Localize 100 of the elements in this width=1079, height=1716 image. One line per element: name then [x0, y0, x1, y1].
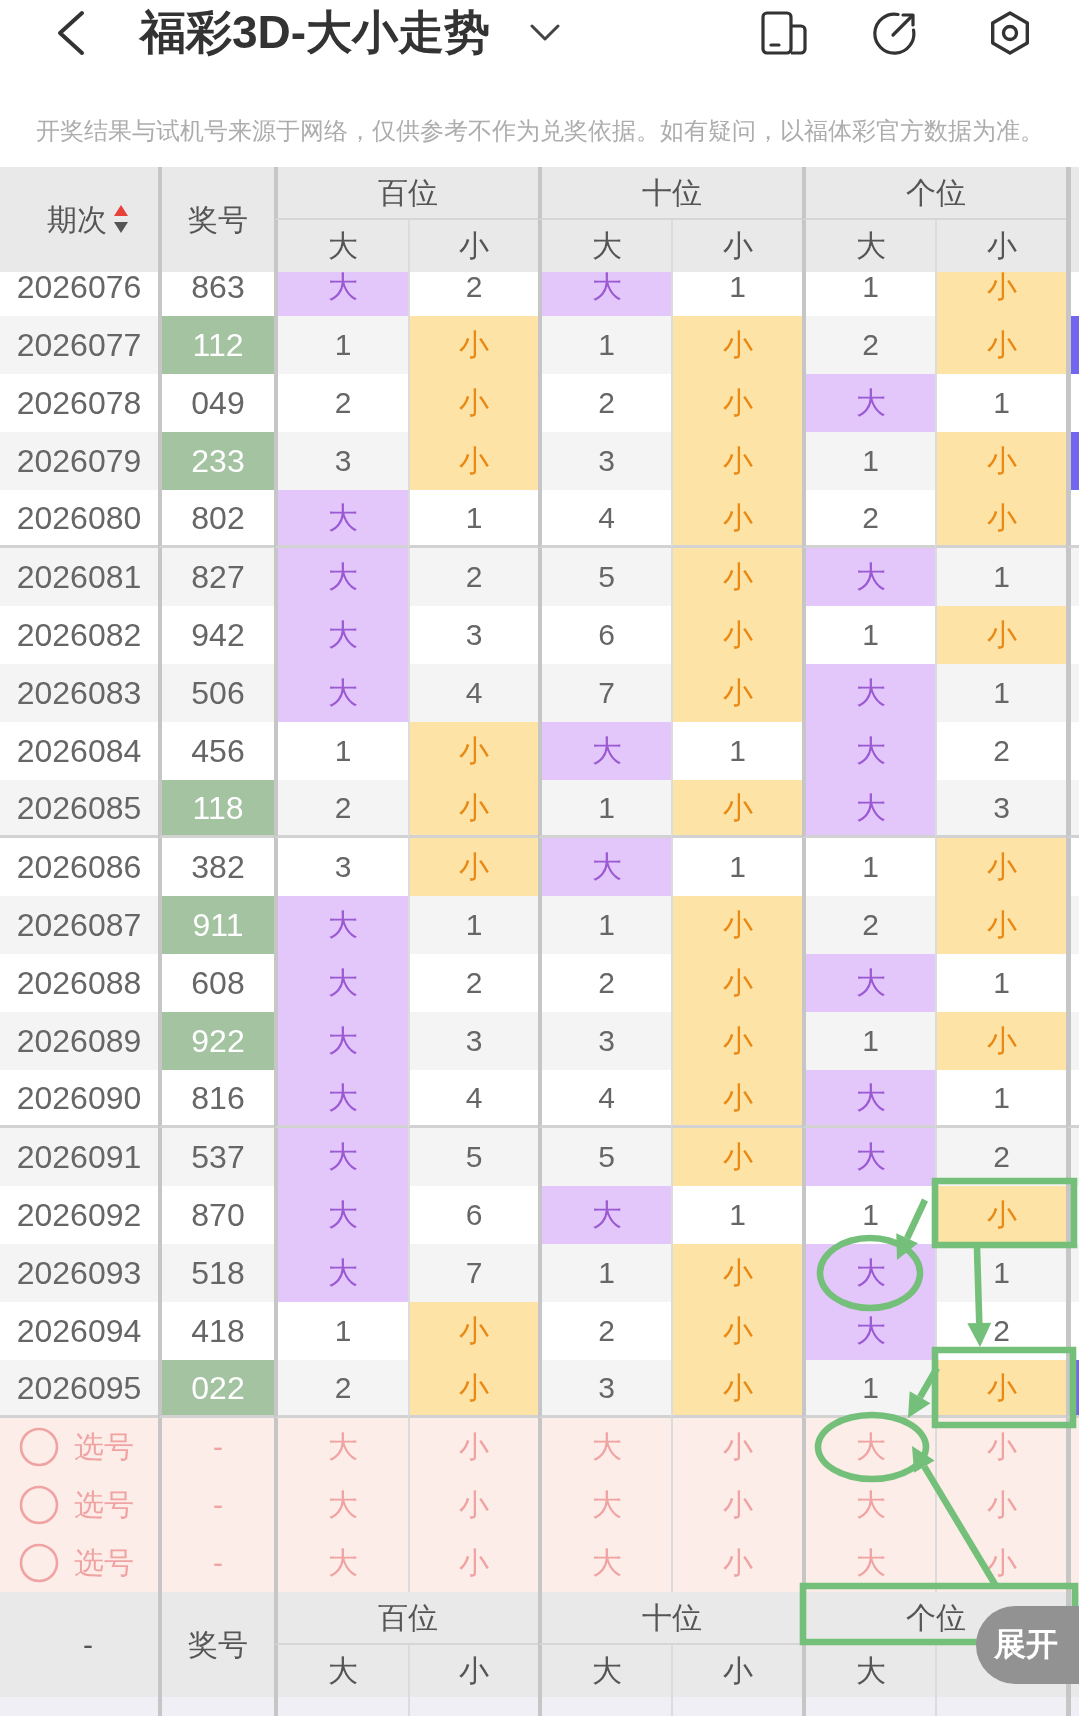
expand-button[interactable]: 展开	[976, 1606, 1079, 1684]
table-cell: 小	[671, 606, 802, 664]
column-header: 小	[722, 1654, 753, 1688]
table-cell: 5	[538, 548, 671, 606]
table-cell: 816	[158, 1070, 274, 1128]
table-cell: 1	[538, 896, 671, 954]
table-cell: 小	[408, 374, 538, 432]
table-cell: 小	[935, 432, 1066, 490]
table-cell: 小	[671, 954, 802, 1012]
table-cell: 537	[158, 1128, 274, 1186]
pick-toggle[interactable]: 选号	[19, 1426, 134, 1468]
table-cell: 大	[274, 548, 408, 606]
annotation-arrow	[908, 1366, 940, 1418]
column-header: 个位	[906, 175, 966, 210]
table-cell: 1	[935, 548, 1066, 606]
table-cell: 4	[408, 1070, 538, 1128]
table-cell: 小	[935, 316, 1066, 374]
table-cell: 小	[935, 896, 1066, 954]
table-cell: 大	[538, 838, 671, 896]
table-cell: 大	[274, 664, 408, 722]
table-cell: 4	[538, 490, 671, 548]
table-cell: 大	[274, 272, 408, 316]
table-cell: 2026083	[0, 664, 158, 722]
table-cell: 2	[802, 896, 935, 954]
table-cell: 3	[274, 432, 408, 490]
table-cell: 小	[671, 664, 802, 722]
table-cell: 大	[274, 1244, 408, 1302]
table-cell: 小	[935, 1360, 1066, 1418]
devices-icon[interactable]	[761, 11, 807, 55]
chevron-down-icon[interactable]	[530, 24, 561, 42]
column-header: 小	[459, 229, 489, 263]
table-cell: 小	[671, 1128, 802, 1186]
table-cell: 小	[935, 1186, 1066, 1244]
table-cell: 大	[274, 896, 408, 954]
table-cell: 1	[935, 1070, 1066, 1128]
table-cell: 小	[408, 1302, 538, 1360]
number-text: -	[213, 1488, 223, 1522]
back-icon[interactable]	[56, 10, 86, 56]
table-cell: 小	[408, 722, 538, 780]
table-cell: 大	[274, 1186, 408, 1244]
table-cell: 112	[158, 316, 274, 374]
page-title: 福彩3D-大小走势	[140, 5, 491, 60]
table-cell: 1	[274, 316, 408, 374]
table-cell: 小	[408, 1360, 538, 1418]
column-header: 十位	[642, 1600, 702, 1635]
table-cell: 大	[274, 1012, 408, 1070]
table-cell: 大	[802, 722, 935, 780]
table-cell: 大	[538, 1186, 671, 1244]
table-cell: 小	[935, 272, 1066, 316]
sort-icon[interactable]	[113, 204, 129, 235]
table-cell: 3	[538, 1360, 671, 1418]
disclaimer-text: 开奖结果与试机号来源于网络，仅供参考不作为兑奖依据。如有疑问，以福体彩官方数据为准。	[35, 116, 1044, 146]
table-cell: 2	[802, 316, 935, 374]
column-header: 奖号	[188, 202, 248, 237]
table-cell: 2026089	[0, 1012, 158, 1070]
table-cell: 3	[935, 780, 1066, 838]
table-cell: 大	[802, 1302, 935, 1360]
column-header: 大	[855, 229, 886, 263]
table-cell: 小	[408, 838, 538, 896]
column-header: 大	[855, 1654, 886, 1688]
table-cell: 2026079	[0, 432, 158, 490]
table-cell: 大	[802, 954, 935, 1012]
table-cell: 827	[158, 548, 274, 606]
table-cell: 小	[671, 896, 802, 954]
share-icon[interactable]	[871, 11, 917, 55]
column-header: 大	[591, 229, 622, 263]
table-cell: 小	[671, 316, 802, 374]
pick-toggle[interactable]: 选号	[19, 1542, 134, 1584]
table-cell: 3	[538, 1012, 671, 1070]
number-text: -	[213, 1546, 223, 1580]
table-cell: 大	[274, 490, 408, 548]
table-cell: 大	[274, 606, 408, 664]
column-header: 大	[591, 1654, 622, 1688]
table-cell: 7	[408, 1244, 538, 1302]
table-cell: 大	[274, 1070, 408, 1128]
table-cell: 大	[802, 1128, 935, 1186]
table-cell: 1	[935, 664, 1066, 722]
table-cell: 2026095	[0, 1360, 158, 1418]
table-cell: 2026093	[0, 1244, 158, 1302]
table-cell: 2026091	[0, 1128, 158, 1186]
pick-toggle[interactable]: 选号	[19, 1484, 134, 1526]
table-cell: 5	[408, 1128, 538, 1186]
column-header: 小	[722, 229, 753, 263]
table-cell: 233	[158, 432, 274, 490]
table-cell: 小	[671, 548, 802, 606]
table-cell: 7	[538, 664, 671, 722]
table-cell: 2026087	[0, 896, 158, 954]
table-cell: 小	[935, 1012, 1066, 1070]
table-cell: 小	[671, 1070, 802, 1128]
table-cell: 1	[408, 490, 538, 548]
table-cell: 1	[538, 1244, 671, 1302]
table-cell: 小	[671, 1360, 802, 1418]
table-cell: 4	[408, 664, 538, 722]
table-cell: 大	[538, 722, 671, 780]
table-cell: 911	[158, 896, 274, 954]
column-header: 十位	[642, 175, 702, 210]
table-cell: 小	[671, 374, 802, 432]
table-cell: 大	[802, 548, 935, 606]
table-cell: 3	[408, 1012, 538, 1070]
table-cell: 5	[538, 1128, 671, 1186]
